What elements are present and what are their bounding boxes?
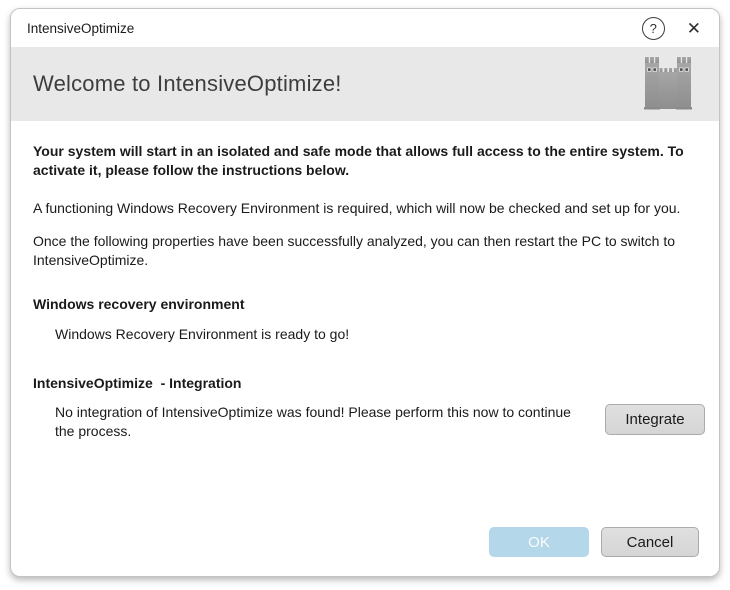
integration-status-text: No integration of IntensiveOptimize was … <box>33 403 585 441</box>
section-heading-integration: IntensiveOptimize - Integration <box>33 374 705 393</box>
integrate-button[interactable]: Integrate <box>605 404 705 435</box>
section-heading-recovery: Windows recovery environment <box>33 295 705 314</box>
section-windows-recovery: Windows recovery environment Windows Rec… <box>33 295 705 344</box>
integration-row: No integration of IntensiveOptimize was … <box>33 403 705 441</box>
header-band: Welcome to IntensiveOptimize! <box>11 47 719 121</box>
dialog-content: Your system will start in an isolated an… <box>11 142 719 441</box>
window-title: IntensiveOptimize <box>27 21 642 36</box>
close-icon: ✕ <box>687 19 701 38</box>
question-mark-icon: ? <box>650 21 657 36</box>
page-title: Welcome to IntensiveOptimize! <box>33 71 643 97</box>
intro-paragraph: Your system will start in an isolated an… <box>33 142 701 180</box>
recovery-check-paragraph: A functioning Windows Recovery Environme… <box>33 199 701 218</box>
intensiveoptimize-dialog: IntensiveOptimize ? ✕ Welcome to Intensi… <box>10 8 720 577</box>
recovery-status-text: Windows Recovery Environment is ready to… <box>33 325 705 344</box>
footer-button-bar: OK Cancel <box>489 527 699 557</box>
section-integration: IntensiveOptimize - Integration No integ… <box>33 374 705 441</box>
help-button[interactable]: ? <box>642 17 665 40</box>
castle-icon <box>643 57 693 111</box>
close-button[interactable]: ✕ <box>683 18 705 39</box>
cancel-button[interactable]: Cancel <box>601 527 699 557</box>
title-bar: IntensiveOptimize ? ✕ <box>11 9 719 47</box>
ok-button[interactable]: OK <box>489 527 589 557</box>
restart-paragraph: Once the following properties have been … <box>33 232 701 270</box>
